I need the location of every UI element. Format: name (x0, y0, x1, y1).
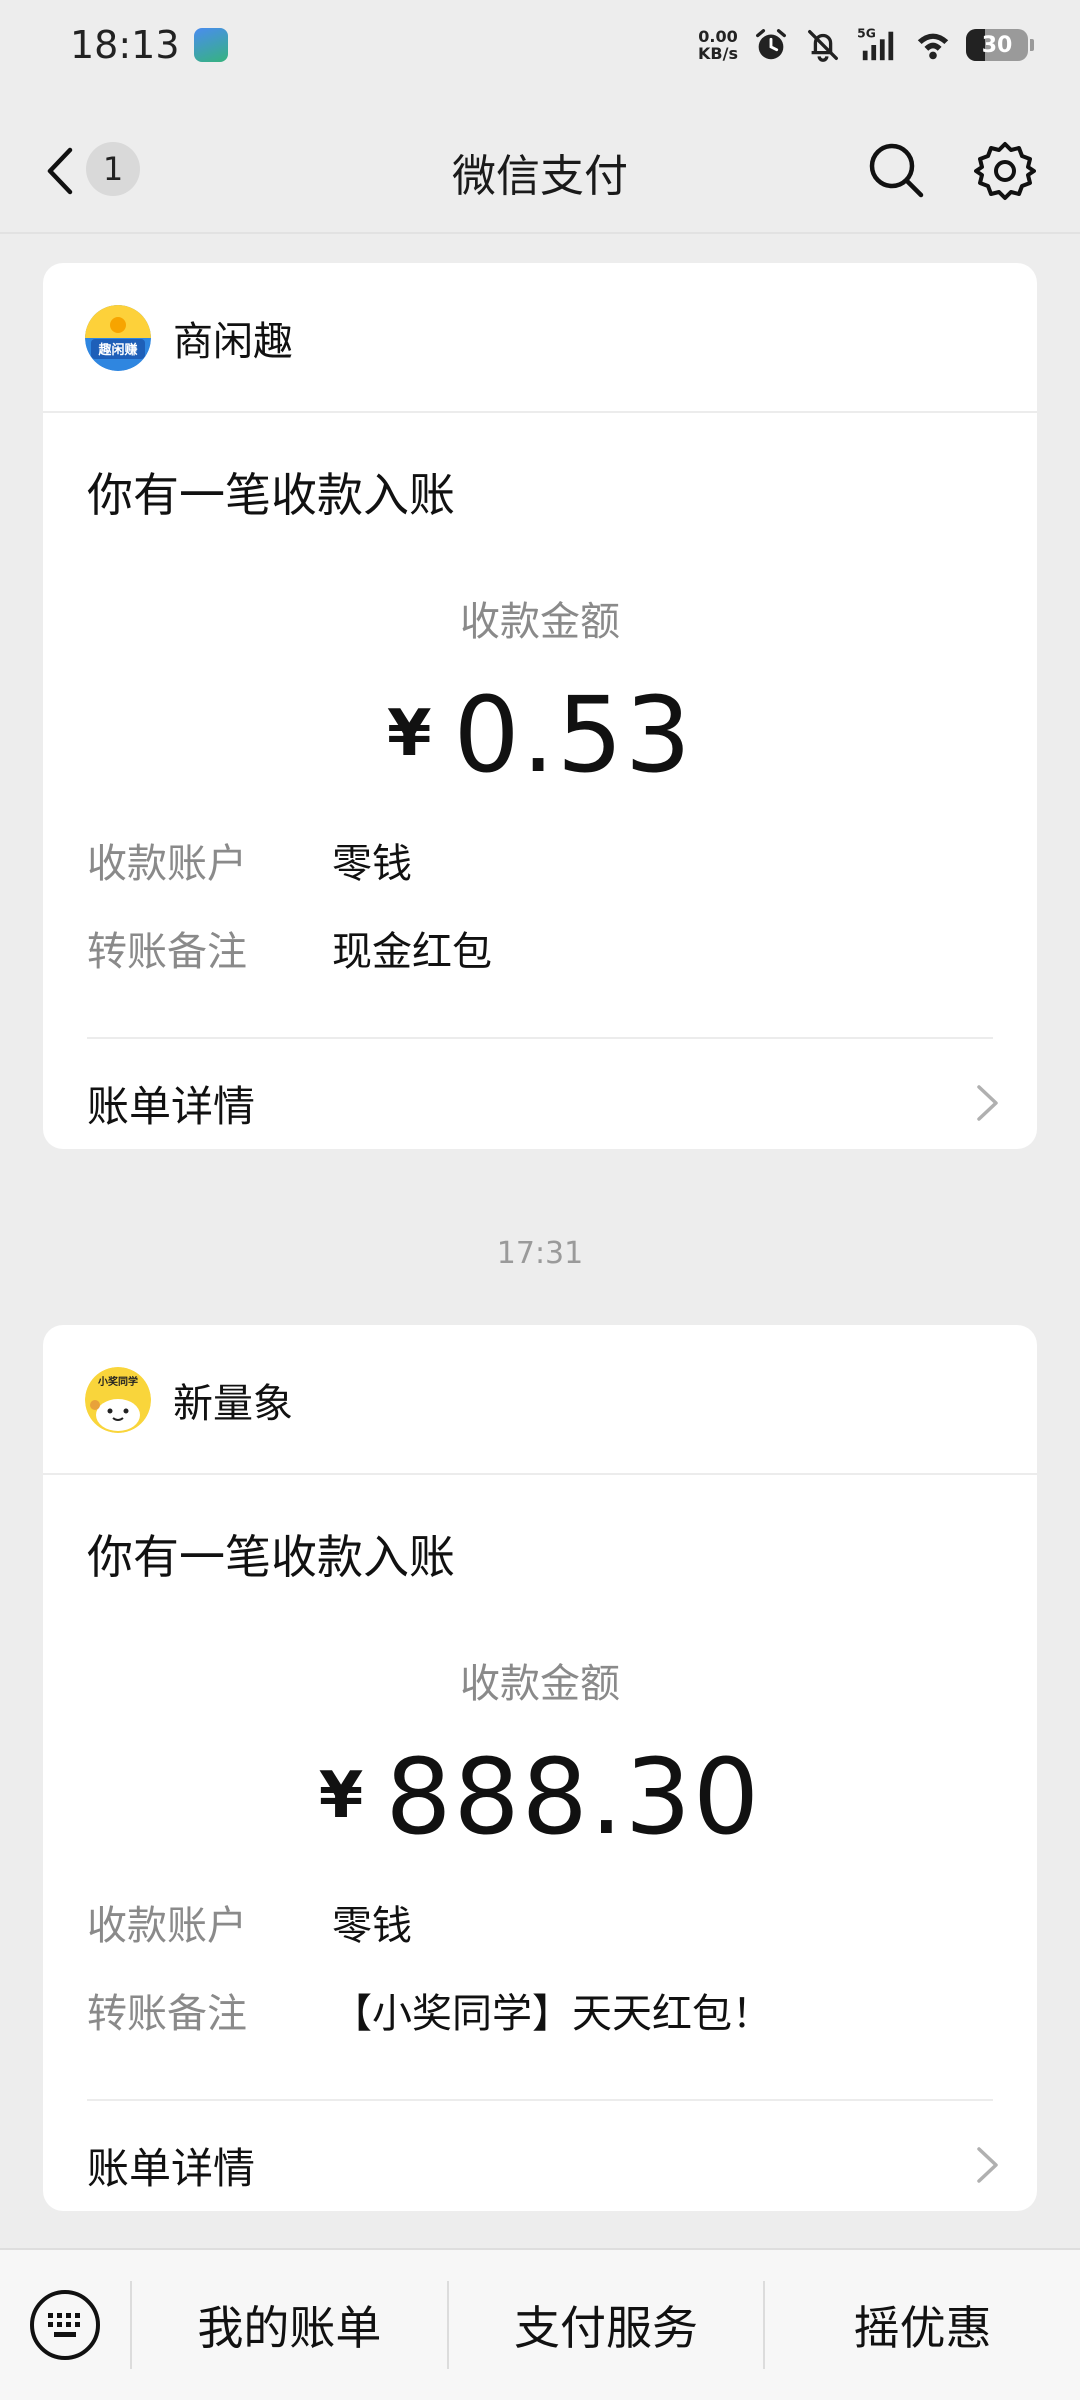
network-speed-unit: KB/s (698, 44, 738, 63)
card-header[interactable]: 趣闲赚 商闲趣 (43, 263, 1037, 413)
amount-label: 收款金额 (460, 599, 620, 645)
note-row: 转账备注 现金红包 (87, 919, 492, 977)
gear-icon[interactable] (974, 140, 1036, 202)
merchant-avatar-text: 小奖同学 (97, 1375, 138, 1388)
bottom-menu-bar: 我的账单 支付服务 摇优惠 (0, 2248, 1080, 2400)
notification-headline: 你有一笔收款入账 (87, 1530, 455, 1584)
note-value: 现金红包 (332, 929, 492, 975)
app-notification-icon (193, 28, 228, 62)
account-value: 零钱 (332, 841, 412, 887)
menu-payment-services[interactable]: 支付服务 (449, 2250, 764, 2400)
payment-notification-card: 趣闲赚 商闲趣 你有一笔收款入账 收款金额 ¥ 0.53 收款账户 零钱 转账备… (43, 263, 1037, 1149)
note-row: 转账备注 【小奖同学】天天红包！ (87, 1981, 772, 2039)
note-label: 转账备注 (87, 929, 247, 975)
nav-bar: 1 微信支付 (0, 110, 1080, 230)
network-speed: 0.00 KB/s (698, 28, 738, 62)
currency-symbol: ¥ (318, 1759, 364, 1833)
note-label: 转账备注 (87, 1991, 247, 2037)
merchant-avatar: 小奖同学 (85, 1367, 151, 1433)
wifi-icon (917, 33, 949, 60)
alarm-icon (756, 29, 786, 60)
account-row: 收款账户 零钱 (87, 1893, 412, 1951)
amount-value: 888.30 (385, 1736, 762, 1858)
currency-symbol: ¥ (386, 697, 432, 771)
account-label: 收款账户 (87, 841, 247, 887)
cellular-signal-icon: 5G (857, 26, 894, 61)
divider (87, 2099, 993, 2101)
note-value: 【小奖同学】天天红包！ (332, 1991, 772, 2037)
amount: ¥ 888.30 (43, 1745, 1037, 1849)
notification-headline: 你有一笔收款入账 (87, 468, 455, 522)
message-timestamp: 17:31 (496, 1236, 584, 1271)
status-bar: 18:13 0.00 KB/s 5G 30 (0, 0, 1080, 90)
merchant-name: 商闲趣 (173, 319, 293, 365)
status-time: 18:13 (70, 23, 180, 67)
bill-details-label: 账单详情 (87, 1081, 256, 1131)
bill-details-link[interactable]: 账单详情 (87, 1063, 1001, 1143)
bill-details-link[interactable]: 账单详情 (87, 2125, 1001, 2205)
status-indicators: 0.00 KB/s 5G 30 (698, 26, 1034, 64)
nav-divider (0, 232, 1080, 234)
account-label: 收款账户 (87, 1903, 247, 1949)
merchant-name: 新量象 (173, 1381, 293, 1427)
account-row: 收款账户 零钱 (87, 831, 412, 889)
amount-value: 0.53 (453, 674, 694, 796)
battery-level: 30 (981, 32, 1013, 58)
menu-shake-offers[interactable]: 摇优惠 (765, 2250, 1080, 2400)
amount: ¥ 0.53 (43, 683, 1037, 787)
merchant-avatar-text: 趣闲赚 (97, 342, 137, 358)
merchant-avatar: 趣闲赚 (85, 305, 151, 371)
keyboard-toggle-button[interactable] (0, 2250, 130, 2400)
menu-my-bills[interactable]: 我的账单 (132, 2250, 447, 2400)
amount-label: 收款金额 (460, 1661, 620, 1707)
divider (87, 1037, 993, 1039)
keyboard-icon (30, 2290, 100, 2360)
search-icon[interactable] (866, 140, 926, 200)
account-value: 零钱 (332, 1903, 412, 1949)
card-header[interactable]: 小奖同学 新量象 (43, 1325, 1037, 1475)
battery-icon: 30 (966, 29, 1034, 61)
payment-notification-card: 小奖同学 新量象 你有一笔收款入账 收款金额 ¥ 888.30 收款账户 零钱 … (43, 1325, 1037, 2211)
network-speed-value: 0.00 (698, 27, 738, 46)
chevron-right-icon (977, 1085, 998, 1121)
mute-icon (808, 30, 838, 62)
network-type-label: 5G (857, 26, 876, 40)
chevron-right-icon (977, 2147, 998, 2183)
bill-details-label: 账单详情 (87, 2143, 256, 2193)
